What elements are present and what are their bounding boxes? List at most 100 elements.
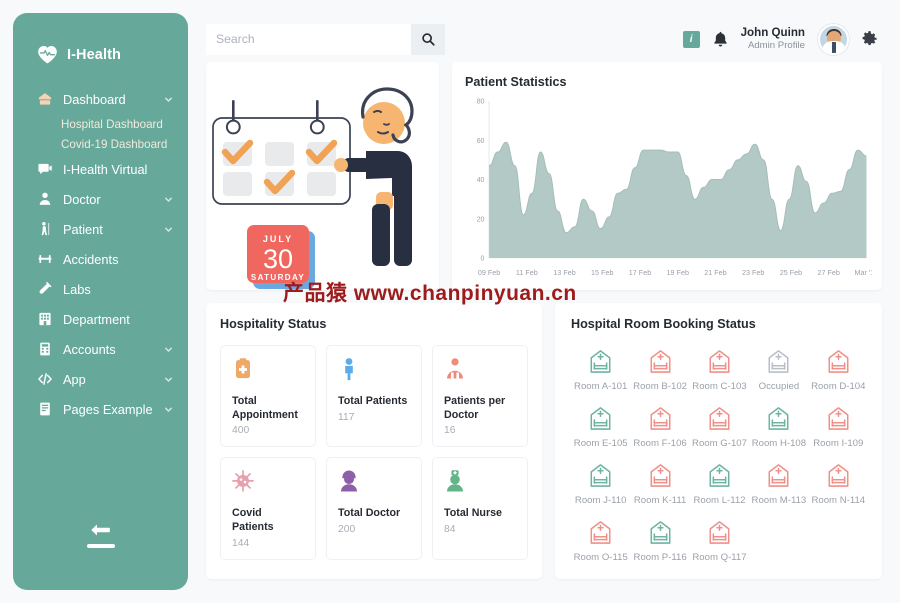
room-label: Room K-111 [633, 495, 687, 506]
sidebar-collapse-button[interactable] [13, 523, 188, 590]
sidebar-item-doctor[interactable]: Doctor [13, 184, 188, 214]
room-status-item[interactable]: Room M-113 [749, 463, 808, 506]
svg-text:20: 20 [477, 214, 485, 223]
hospitality-tile[interactable]: Patients per Doctor 16 [432, 345, 528, 448]
bell-icon[interactable] [713, 31, 728, 48]
sidebar-item-app[interactable]: App [13, 364, 188, 394]
sidebar-item-accidents[interactable]: Accidents [13, 244, 188, 274]
hospital-room-icon [650, 464, 671, 487]
hospitality-tile[interactable]: Total Patients 117 [326, 345, 422, 448]
svg-text:60: 60 [477, 136, 485, 145]
sidebar-subitem-covid19-dashboard[interactable]: Covid-19 Dashboard [13, 134, 188, 154]
sidebar-subitem-hospital-dashboard[interactable]: Hospital Dashboard [13, 114, 188, 134]
svg-text:0: 0 [481, 253, 485, 262]
hospital-room-icon [590, 407, 611, 430]
room-label: Room D-104 [811, 381, 866, 392]
sidebar-item-dashboard[interactable]: Dashboard [13, 84, 188, 114]
avatar[interactable] [818, 23, 849, 55]
room-status-item[interactable]: Room L-112 [690, 463, 749, 506]
room-label: Room F-106 [633, 438, 687, 449]
room-status-item[interactable]: Occupied [749, 349, 808, 392]
svg-text:15 Feb: 15 Feb [591, 268, 613, 277]
tile-label: Total Nurse [444, 507, 502, 520]
room-status-item[interactable]: Room F-106 [630, 406, 689, 449]
avatar-tie [831, 41, 836, 53]
tile-label: Total Doctor [338, 507, 401, 520]
search-input[interactable] [206, 23, 411, 55]
room-status-item[interactable]: Room A-101 [571, 349, 630, 392]
user-block[interactable]: John Quinn Admin Profile [741, 26, 805, 52]
nurse-avatar-icon [447, 470, 463, 492]
doctor-icon [39, 192, 51, 205]
room-label: Room O-115 [573, 552, 628, 563]
room-grid: Room A-101 Room B-102 Room C-103 Occupied Ro… [571, 349, 868, 563]
tile-value: 84 [444, 524, 456, 536]
gear-icon[interactable] [862, 31, 878, 47]
room-status-item[interactable]: Room N-114 [809, 463, 868, 506]
sidebar-item-i-health-virtual[interactable]: I-Health Virtual [13, 154, 188, 184]
sidebar-item-pages-example[interactable]: Pages Example [13, 394, 188, 424]
hospital-room-icon [650, 350, 671, 373]
room-status-item[interactable]: Room I-109 [809, 406, 868, 449]
building-icon [39, 312, 51, 326]
topbar: i John Quinn Admin Profile [188, 0, 900, 62]
sidebar: I-Health Dashboard Hospital Dashboard Co… [13, 13, 188, 590]
arrow-left-icon [90, 524, 110, 536]
search-button[interactable] [411, 23, 445, 55]
hospitality-tile[interactable]: Total Nurse 84 [432, 457, 528, 560]
calculator-icon [40, 342, 50, 356]
tile-label: Total Patients [338, 395, 408, 407]
tile-value: 16 [444, 425, 456, 437]
chevron-down-icon [165, 346, 172, 352]
svg-text:80: 80 [477, 96, 485, 105]
room-status-item[interactable]: Room K-111 [630, 463, 689, 506]
hospital-room-icon [709, 521, 730, 544]
hospitality-tile[interactable]: Total Appointment 400 [220, 345, 316, 448]
sidebar-item-department[interactable]: Department [13, 304, 188, 334]
brand[interactable]: I-Health [13, 13, 188, 84]
room-status-item[interactable]: Room O-115 [571, 520, 630, 563]
room-label: Room N-114 [811, 495, 866, 506]
sidebar-item-label: Accidents [63, 251, 119, 267]
room-status-item[interactable]: Room P-116 [630, 520, 689, 563]
room-status-item[interactable]: Room J-110 [571, 463, 630, 506]
area-chart-svg: 0 20 40 60 80 09 Feb 11 Feb 13 Feb 15 Feb 17 Feb 1… [477, 96, 872, 277]
sidebar-item-accounts[interactable]: Accounts [13, 334, 188, 364]
hospital-room-icon [828, 350, 849, 373]
info-badge[interactable]: i [682, 30, 700, 48]
room-status-item[interactable]: Room E-105 [571, 406, 630, 449]
tile-label: Covid Patients [232, 507, 274, 534]
virus-icon [232, 470, 254, 493]
room-status-item[interactable]: Room G-107 [690, 406, 749, 449]
tile-value: 144 [232, 537, 250, 549]
room-status-item[interactable]: Room D-104 [809, 349, 868, 392]
room-status-item[interactable]: Room B-102 [630, 349, 689, 392]
search-icon [422, 33, 435, 46]
sidebar-nav: Dashboard Hospital Dashboard Covid-19 Da… [13, 84, 188, 424]
page-icon [40, 402, 50, 416]
rooms-title: Hospital Room Booking Status [571, 317, 756, 331]
room-status-item[interactable]: Room H-108 [749, 406, 808, 449]
hospital-room-icon [828, 464, 849, 487]
chevron-down-icon [165, 226, 172, 232]
video-chat-icon [38, 163, 52, 175]
sidebar-item-labs[interactable]: Labs [13, 274, 188, 304]
dashboard-page: I-Health Dashboard Hospital Dashboard Co… [0, 0, 900, 603]
hospital-room-icon [590, 521, 611, 544]
sidebar-item-label: Dashboard [63, 91, 126, 107]
svg-text:27 Feb: 27 Feb [817, 268, 839, 277]
hospitality-tile[interactable]: Covid Patients 144 [220, 457, 316, 560]
room-label: Room P-116 [633, 552, 687, 563]
search-box [206, 23, 445, 55]
hospitality-tile[interactable]: Total Doctor 200 [326, 457, 422, 560]
room-label: Room E-105 [573, 438, 628, 449]
brand-name: I-Health [67, 46, 121, 63]
room-status-item[interactable]: Room Q-117 [690, 520, 749, 563]
sidebar-item-label: Department [63, 311, 130, 327]
tile-value: 117 [338, 411, 355, 423]
chevron-down-icon [165, 96, 172, 102]
room-status-item[interactable]: Room C-103 [690, 349, 749, 392]
patient-statistics-card: Patient Statistics 0 20 40 60 80 09 Feb 11 Feb… [452, 62, 882, 290]
sidebar-item-patient[interactable]: Patient [13, 214, 188, 244]
room-label: Room C-103 [692, 381, 747, 392]
